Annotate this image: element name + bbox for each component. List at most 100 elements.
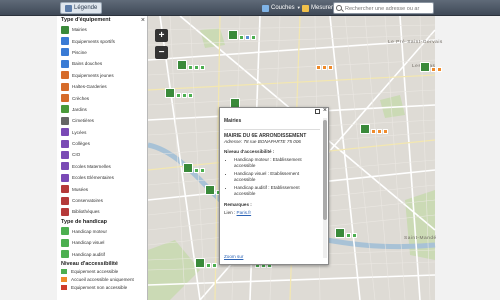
search-icon[interactable] xyxy=(336,5,342,11)
layers-label: Couches xyxy=(271,5,295,11)
legend-item-label: Equipements jeunes xyxy=(72,72,114,78)
handicap-item-label: Handicap moteur xyxy=(72,228,107,234)
search-input[interactable] xyxy=(345,4,431,13)
legend-item-label: Piscine xyxy=(72,49,87,55)
legend-item-label: Bibliothèques xyxy=(72,209,100,215)
map-marker[interactable] xyxy=(177,60,205,70)
limited-access-icon xyxy=(316,65,321,70)
legend-item[interactable]: Conservatoires xyxy=(57,195,147,206)
legend-item[interactable]: Ecoles Elémentaires xyxy=(57,172,147,183)
nursery-icon xyxy=(61,94,69,103)
legend-item[interactable]: Haltes-Garderies xyxy=(57,81,147,92)
legend-item[interactable]: Bains douches xyxy=(57,58,147,69)
legend-item[interactable]: Lycées xyxy=(57,127,147,138)
handicap-item[interactable]: Handicap auditif xyxy=(57,248,147,259)
popup-address: Adresse: 78 rue BONAPARTE 75 006 xyxy=(224,139,301,144)
level-item-label: Accueil accessible uniquement xyxy=(71,277,134,283)
layers-button[interactable]: Couches ▼ xyxy=(262,3,301,13)
town-hall-icon xyxy=(335,228,345,238)
legend-item-label: Musées xyxy=(72,186,89,192)
town-hall-icon xyxy=(165,88,175,98)
legend-item-label: Jardins xyxy=(72,106,87,112)
popup-category: Mairies xyxy=(224,118,242,124)
popup-titlebar: × xyxy=(220,107,328,116)
zoom-in-button[interactable]: + xyxy=(155,29,168,42)
legend-tab[interactable]: Légende xyxy=(60,2,103,14)
chevron-down-icon: ▼ xyxy=(296,5,301,10)
legend-item[interactable]: Musées xyxy=(57,183,147,194)
accessible-icon xyxy=(346,233,351,238)
level-hearing: Handicap auditif : Etablissement accessi… xyxy=(234,185,320,197)
handicap-type-list: Handicap moteur Handicap visuel Handicap a… xyxy=(57,226,147,260)
level-visual: Handicap visuel : Etablissement accessib… xyxy=(234,171,320,183)
legend-item[interactable]: Equipements sportifs xyxy=(57,35,147,46)
measure-button[interactable]: Mesurer xyxy=(302,3,333,13)
map-marker[interactable] xyxy=(165,88,193,98)
maximize-icon[interactable] xyxy=(315,109,320,114)
legend-item[interactable]: Mairies xyxy=(57,24,147,35)
accessible-icon xyxy=(352,233,357,238)
legend-item[interactable]: CIO xyxy=(57,149,147,160)
handicap-item[interactable]: Handicap visuel xyxy=(57,237,147,248)
accessibility-level-item: Equipement accessible xyxy=(57,268,147,276)
popup-scrollbar[interactable] xyxy=(323,118,327,258)
accessibility-level-item: Equipement non accessible xyxy=(57,284,147,292)
map-marker[interactable] xyxy=(228,30,256,40)
legend-item-label: Bains douches xyxy=(72,61,103,67)
level-item-label: Equipement non accessible xyxy=(71,285,128,291)
accessible-icon xyxy=(188,93,193,98)
close-icon[interactable]: × xyxy=(141,17,145,24)
legend-item[interactable]: Equipements jeunes xyxy=(57,70,147,81)
town-hall-icon xyxy=(205,185,215,195)
zoom-out-button[interactable]: − xyxy=(155,46,168,59)
popup-content: Mairies MAIRIE DU 6E ARRONDISSEMENT Adre… xyxy=(220,116,324,266)
scrollbar-thumb[interactable] xyxy=(323,120,327,220)
legend-item[interactable]: Jardins xyxy=(57,104,147,115)
top-toolbar: Légende Couches ▼ Mesurer xyxy=(0,0,500,16)
limited-access-icon xyxy=(437,67,442,72)
handicap-item-label: Handicap visuel xyxy=(72,240,105,246)
legend-item[interactable]: Bibliothèques xyxy=(57,206,147,217)
town-hall-icon xyxy=(228,30,238,40)
handicap-item-label: Handicap auditif xyxy=(72,251,105,257)
town-hall-icon xyxy=(177,60,187,70)
legend-item-label: Conservatoires xyxy=(72,198,103,204)
popup-level-title: Niveau d'accessibilité : xyxy=(224,149,275,154)
legend-item[interactable]: Cimetières xyxy=(57,115,147,126)
map-marker[interactable] xyxy=(183,163,205,173)
map-marker[interactable] xyxy=(316,65,333,70)
limited-access-icon xyxy=(383,129,388,134)
accessible-icon xyxy=(188,65,193,70)
legend-item[interactable]: Collèges xyxy=(57,138,147,149)
garden-icon xyxy=(61,105,69,114)
accessible-icon xyxy=(182,93,187,98)
ruler-icon xyxy=(302,4,309,12)
legend-item[interactable]: Crèches xyxy=(57,92,147,103)
town-hall-icon xyxy=(420,62,430,72)
zoom-to-link[interactable]: Zoom sur xyxy=(224,254,243,259)
library-icon xyxy=(61,207,69,216)
town-hall-icon xyxy=(183,163,193,173)
accessible-icon xyxy=(176,93,181,98)
accessibility-level-list: Equipement accessible Accueil accessible … xyxy=(57,268,147,292)
map-marker[interactable] xyxy=(420,62,442,72)
paris-fr-link[interactable]: Paris.fr xyxy=(237,210,252,215)
daycare-icon xyxy=(61,82,69,91)
measure-label: Mesurer xyxy=(311,5,334,11)
accessibility-level-title: Niveau d'accessibilité xyxy=(61,260,118,267)
cemetery-icon xyxy=(61,116,69,125)
close-icon[interactable]: × xyxy=(323,107,327,114)
legend-item-label: CIO xyxy=(72,152,81,158)
map-label-saint-mande: Saint-Mandé xyxy=(404,236,437,241)
legend-item-label: Cimetières xyxy=(72,118,94,124)
legend-item[interactable]: Piscine xyxy=(57,47,147,58)
info-popup: × Mairies MAIRIE DU 6E ARRONDISSEMENT Ad… xyxy=(219,107,329,265)
level-swatch xyxy=(61,285,67,291)
popup-remarks: Remarques : xyxy=(224,202,252,207)
map-marker[interactable] xyxy=(360,124,388,134)
map-marker[interactable] xyxy=(335,228,357,238)
visual-icon xyxy=(61,238,69,247)
legend-item[interactable]: Ecoles Maternelles xyxy=(57,161,147,172)
handicap-item[interactable]: Handicap moteur xyxy=(57,226,147,237)
map-marker[interactable] xyxy=(195,258,217,268)
